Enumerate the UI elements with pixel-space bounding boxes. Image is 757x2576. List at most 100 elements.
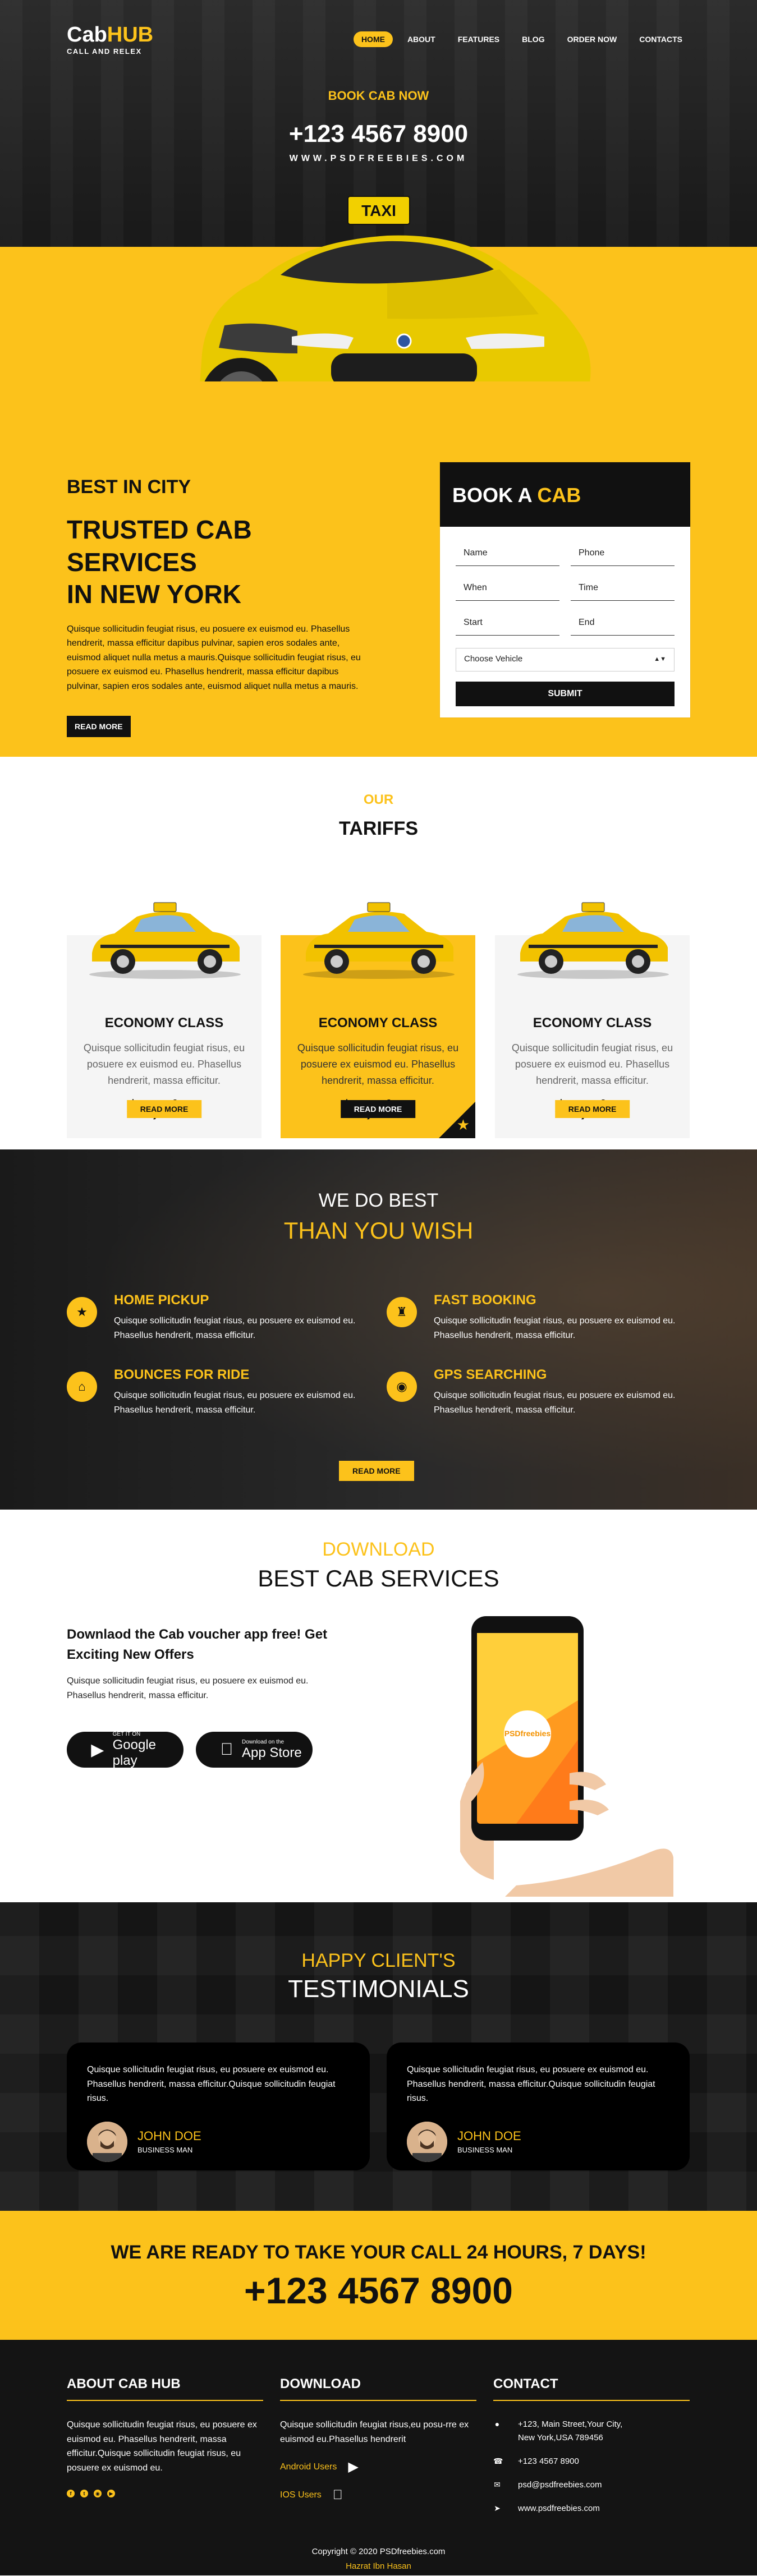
testimonial-text: Quisque sollicitudin feugiat risus, eu p… — [407, 2065, 655, 2104]
tariff-card-desc: Quisque sollicitudin feugiat risus, eu p… — [511, 1042, 673, 1086]
nav-about[interactable]: ABOUT — [400, 31, 443, 47]
nav-blog[interactable]: BLOG — [514, 31, 552, 47]
ios-users-label: IOS Users — [280, 2490, 322, 2500]
testimonial-role: BUSINESS MAN — [457, 2146, 513, 2155]
trophy-icon: ♜ — [387, 1297, 417, 1327]
feature-fast-booking: ♜ FAST BOOKING Quisque sollicitudin feug… — [387, 1292, 678, 1342]
tariff-card-title: ECONOMY CLASS — [533, 1015, 652, 1031]
feature-gps-searching: ◉ GPS SEARCHING Quisque sollicitudin feu… — [387, 1367, 678, 1417]
features-read-more-button[interactable]: READ MORE — [339, 1461, 414, 1481]
app-store-button[interactable]:  Download on theApp Store — [196, 1732, 313, 1768]
features-line2: THAN YOU WISH — [283, 1217, 474, 1244]
feature-desc: Quisque sollicitudin feugiat risus, eu p… — [434, 1391, 676, 1415]
apple-icon:  — [218, 1740, 235, 1759]
about-title-line2: IN NEW YORK — [67, 579, 241, 609]
avatar — [87, 2121, 127, 2162]
contact-website[interactable]: ➤ www.psdfreebies.com — [493, 2502, 690, 2515]
copyright: Copyright © 2020 PSDfreebies.com Hazrat … — [0, 2545, 757, 2573]
tariff-card: ECONOMY CLASS Quisque sollicitudin feugi… — [495, 891, 690, 1138]
tariff-read-more-button[interactable]: READ MORE — [554, 1100, 630, 1118]
tariff-read-more-button[interactable]: READ MORE — [126, 1100, 202, 1118]
call-banner-text: WE ARE READY TO TAKE YOUR CALL 24 HOURS,… — [111, 2242, 646, 2263]
testimonial-name: JOHN DOE — [137, 2129, 201, 2143]
footer-about-title: ABOUT CAB HUB — [67, 2376, 263, 2401]
footer-about: ABOUT CAB HUB Quisque sollicitudin feugi… — [67, 2376, 263, 2498]
nav-contacts[interactable]: CONTACTS — [631, 31, 690, 47]
testimonials-title: TESTIMONIALS — [288, 1975, 469, 2003]
instagram-icon[interactable]: ◉ — [94, 2490, 102, 2498]
about-read-more-button[interactable]: READ MORE — [67, 716, 131, 738]
submit-button[interactable]: SUBMIT — [456, 682, 675, 706]
nav-order-now[interactable]: ORDER NOW — [559, 31, 625, 47]
avatar — [407, 2121, 447, 2162]
contact-phone[interactable]: ☎ +123 4567 8900 — [493, 2455, 690, 2468]
contact-address: ● +123, Main Street,Your City, New York,U… — [493, 2418, 690, 2445]
download-subtitle: DOWNLOAD — [322, 1539, 435, 1560]
feature-bounces-for-ride: ⌂ BOUNCES FOR RIDE Quisque sollicitudin … — [67, 1367, 359, 1417]
phone-field[interactable]: Phone — [571, 544, 675, 566]
hero-book-now[interactable]: BOOK CAB NOW — [0, 89, 757, 103]
about-title: TRUSTED CAB SERVICES IN NEW YORK — [67, 514, 373, 611]
logo-text-part1: Cab — [67, 22, 107, 47]
hero-section: CabHUB CALL AND RELEX HOME ABOUT FEATURE… — [0, 0, 757, 381]
site-logo[interactable]: CabHUB CALL AND RELEX — [67, 24, 153, 55]
footer-download-text: Quisque sollicitudin feugiat risus,eu po… — [280, 2420, 469, 2444]
start-field[interactable]: Start — [456, 613, 559, 636]
copyright-text: Copyright © 2020 PSDfreebies.com — [311, 2547, 446, 2556]
testimonial-card: Quisque sollicitudin feugiat risus, eu p… — [387, 2043, 690, 2170]
tariff-card-title: ECONOMY CLASS — [318, 1015, 438, 1031]
testimonial-text: Quisque sollicitudin feugiat risus, eu p… — [87, 2065, 336, 2104]
booking-title: BOOK A CAB — [440, 462, 690, 527]
about-subtitle: BEST IN CITY — [67, 476, 191, 498]
hero-phone[interactable]: +123 4567 8900 — [0, 120, 757, 148]
facebook-icon[interactable]: f — [67, 2490, 75, 2498]
feature-desc: Quisque sollicitudin feugiat risus, eu p… — [434, 1316, 676, 1340]
booking-form-card: BOOK A CAB Name Phone When Time Start En… — [440, 462, 690, 717]
end-field[interactable]: End — [571, 613, 675, 636]
time-field[interactable]: Time — [571, 578, 675, 601]
when-field[interactable]: When — [456, 578, 559, 601]
apple-icon:  — [333, 2487, 343, 2503]
testimonial-card: Quisque sollicitudin feugiat risus, eu p… — [67, 2043, 370, 2170]
contact-email[interactable]: ✉ psd@psdfreebies.com — [493, 2478, 690, 2492]
hero-website[interactable]: WWW.PSDFREEBIES.COM — [0, 154, 757, 164]
envelope-icon: ✉ — [494, 2480, 501, 2489]
taxi-car-icon — [89, 902, 241, 979]
tariff-read-more-button[interactable]: READ MORE — [340, 1100, 416, 1118]
footer-download-title: DOWNLOAD — [280, 2376, 476, 2401]
features-section: WE DO BEST THAN YOU WISH ★ HOME PICKUP Q… — [0, 1149, 757, 1510]
select-arrows-icon: ▲▼ — [654, 656, 666, 663]
google-play-icon: ▶ — [91, 1740, 104, 1759]
top-navbar: CabHUB CALL AND RELEX HOME ABOUT FEATURE… — [67, 22, 690, 56]
about-content: BEST IN CITY TRUSTED CAB SERVICES IN NEW … — [67, 476, 373, 738]
booking-title-part2: CAB — [537, 484, 581, 507]
twitter-icon[interactable]: t — [80, 2490, 88, 2498]
tariffs-subtitle: OUR — [363, 792, 394, 807]
logo-text-part2: HUB — [107, 22, 154, 47]
feature-home-pickup: ★ HOME PICKUP Quisque sollicitudin feugi… — [67, 1292, 359, 1342]
ios-download-link[interactable]: IOS Users  — [280, 2487, 476, 2503]
android-download-link[interactable]: Android Users ▶ — [280, 2459, 476, 2475]
location-pin-icon: ● — [494, 2419, 500, 2428]
download-heading: Downlaod the Cab voucher app free! Get E… — [67, 1627, 328, 1662]
call-banner-phone[interactable]: +123 4567 8900 — [0, 2269, 757, 2312]
booking-form: Name Phone When Time Start End Choose Ve… — [440, 527, 690, 706]
feature-desc: Quisque sollicitudin feugiat risus, eu p… — [114, 1316, 356, 1340]
taxi-car-icon — [303, 902, 455, 979]
about-section: BEST IN CITY TRUSTED CAB SERVICES IN NEW … — [0, 381, 757, 757]
tariff-cards: ECONOMY CLASS Quisque sollicitudin feugi… — [67, 891, 690, 1138]
youtube-icon[interactable]: ▶ — [107, 2490, 115, 2498]
testimonial-role: BUSINESS MAN — [137, 2146, 193, 2155]
google-play-button[interactable]: ▶ GET IT ON Google play — [67, 1731, 183, 1768]
author-credit[interactable]: Hazrat Ibn Hasan — [0, 2559, 757, 2574]
vehicle-select-value: Choose Vehicle — [464, 654, 523, 664]
vehicle-select[interactable]: Choose Vehicle ▲▼ — [456, 648, 675, 671]
download-section: DOWNLOAD BEST CAB SERVICES Downlaod the … — [0, 1510, 757, 1902]
taxi-car-icon — [517, 902, 669, 979]
app-store-small: Download on the — [242, 1738, 285, 1745]
nav-home[interactable]: HOME — [353, 31, 393, 47]
home-icon: ⌂ — [67, 1372, 97, 1402]
name-field[interactable]: Name — [456, 544, 559, 566]
download-body: Quisque sollicitudin feugiat risus, eu p… — [67, 1676, 309, 1700]
nav-features[interactable]: FEATURES — [450, 31, 507, 47]
